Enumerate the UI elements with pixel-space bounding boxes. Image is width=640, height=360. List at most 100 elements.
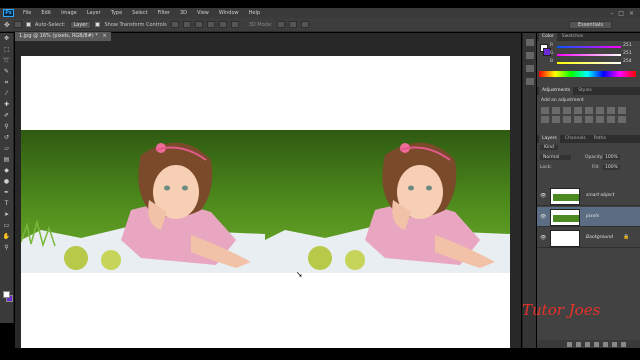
document-tab[interactable]: 1.jpg @ 16% (pixels, RGB/8#) * × <box>15 32 111 41</box>
menu-help[interactable]: Help <box>244 8 265 18</box>
foreground-color-swatch[interactable] <box>3 291 10 298</box>
gradient-map-icon[interactable] <box>607 116 615 123</box>
blue-slider[interactable] <box>557 62 621 64</box>
align-left-icon[interactable] <box>206 21 215 28</box>
threshold-icon[interactable] <box>596 116 604 123</box>
menu-edit[interactable]: Edit <box>36 8 56 18</box>
menu-window[interactable]: Window <box>214 8 244 18</box>
channel-mixer-icon[interactable] <box>552 116 560 123</box>
gradient-tool-icon[interactable]: ▤ <box>2 156 12 164</box>
red-value[interactable]: 251 <box>623 43 632 48</box>
eye-icon[interactable]: 👁 <box>540 193 546 199</box>
new-layer-icon[interactable] <box>612 341 617 347</box>
color-balance-icon[interactable] <box>607 107 615 114</box>
menu-type[interactable]: Type <box>106 8 127 18</box>
selective-color-icon[interactable] <box>618 116 626 123</box>
auto-select-checkbox[interactable] <box>25 22 31 27</box>
link-layers-icon[interactable] <box>567 341 572 347</box>
green-value[interactable]: 251 <box>623 51 632 56</box>
paragraph-panel-icon[interactable] <box>525 65 534 72</box>
close-button[interactable]: × <box>629 10 634 17</box>
adjustment-layer-icon[interactable] <box>594 341 599 347</box>
quick-select-tool-icon[interactable]: ✎ <box>2 68 12 76</box>
align-top-icon[interactable] <box>170 21 179 28</box>
zoom-tool-icon[interactable]: ⚲ <box>2 244 12 252</box>
move-tool-icon[interactable]: ✥ <box>2 35 12 43</box>
tab-swatches[interactable]: Swatches <box>559 33 587 41</box>
history-brush-tool-icon[interactable]: ↺ <box>2 134 12 142</box>
rotate-3d-icon[interactable] <box>276 21 285 28</box>
hand-tool-icon[interactable]: ✋ <box>2 233 12 241</box>
invert-icon[interactable] <box>574 116 582 123</box>
workspace-switcher[interactable]: Essentials <box>568 20 612 29</box>
lasso-tool-icon[interactable]: ➰ <box>2 57 12 65</box>
clone-stamp-tool-icon[interactable]: ⚲ <box>2 123 12 131</box>
auto-select-dropdown[interactable]: Layer <box>69 20 92 29</box>
align-middle-icon[interactable] <box>182 21 191 28</box>
blue-value[interactable]: 254 <box>623 59 632 64</box>
type-tool-icon[interactable]: T <box>2 200 12 208</box>
eraser-tool-icon[interactable]: ▱ <box>2 145 12 153</box>
path-select-tool-icon[interactable]: ➤ <box>2 211 12 219</box>
eye-icon[interactable]: 👁 <box>540 235 546 241</box>
eyedropper-tool-icon[interactable]: ⁄ <box>2 90 12 98</box>
crop-tool-icon[interactable]: ⌗ <box>2 79 12 87</box>
layer-row[interactable]: 👁 smart object <box>537 186 640 206</box>
layer-row[interactable]: 👁 pixels <box>537 207 640 227</box>
vibrance-icon[interactable] <box>585 107 593 114</box>
maximize-button[interactable]: □ <box>618 10 624 17</box>
red-slider[interactable] <box>557 46 621 48</box>
kind-filter[interactable]: Kind <box>540 145 558 150</box>
align-center-icon[interactable] <box>218 21 227 28</box>
align-bottom-icon[interactable] <box>194 21 203 28</box>
menu-view[interactable]: View <box>192 8 214 18</box>
layer-mask-icon[interactable] <box>585 341 590 347</box>
tab-color[interactable]: Color <box>539 33 557 41</box>
delete-layer-icon[interactable] <box>621 341 626 347</box>
show-transform-checkbox[interactable] <box>95 22 101 27</box>
tab-channels[interactable]: Channels <box>562 135 589 143</box>
menu-file[interactable]: File <box>18 8 36 18</box>
character-panel-icon[interactable] <box>525 78 534 85</box>
hue-saturation-icon[interactable] <box>596 107 604 114</box>
blur-tool-icon[interactable]: ◆ <box>2 167 12 175</box>
color-lookup-icon[interactable] <box>563 116 571 123</box>
menu-select[interactable]: Select <box>127 8 152 18</box>
layer-row[interactable]: 👁 Background 🔒 <box>537 228 640 248</box>
exposure-icon[interactable] <box>574 107 582 114</box>
tab-layers[interactable]: Layers <box>539 135 560 143</box>
tab-paths[interactable]: Paths <box>591 135 609 143</box>
tab-styles[interactable]: Styles <box>575 87 595 95</box>
color-spectrum[interactable] <box>539 71 636 77</box>
roll-3d-icon[interactable] <box>288 21 297 28</box>
align-right-icon[interactable] <box>230 21 239 28</box>
marquee-tool-icon[interactable]: ⬚ <box>2 46 12 54</box>
document-tab-close[interactable]: × <box>102 33 106 39</box>
photo-filter-icon[interactable] <box>541 116 549 123</box>
minimize-button[interactable]: – <box>610 10 613 17</box>
brightness-icon[interactable] <box>541 107 549 114</box>
brush-tool-icon[interactable]: ✐ <box>2 112 12 120</box>
history-panel-icon[interactable] <box>525 39 534 46</box>
posterize-icon[interactable] <box>585 116 593 123</box>
group-icon[interactable] <box>603 341 608 347</box>
fill-value[interactable]: 100% <box>603 165 620 170</box>
green-slider[interactable] <box>557 54 621 56</box>
menu-3d[interactable]: 3D <box>175 8 192 18</box>
black-white-icon[interactable] <box>618 107 626 114</box>
opacity-value[interactable]: 100% <box>603 155 620 160</box>
shape-tool-icon[interactable]: ▭ <box>2 222 12 230</box>
drag-3d-icon[interactable] <box>300 21 309 28</box>
menu-image[interactable]: Image <box>56 8 82 18</box>
healing-brush-tool-icon[interactable]: ✚ <box>2 101 12 109</box>
properties-panel-icon[interactable] <box>525 52 534 59</box>
blend-mode-dropdown[interactable]: Normal <box>540 155 572 160</box>
levels-icon[interactable] <box>552 107 560 114</box>
dodge-tool-icon[interactable]: ● <box>2 178 12 186</box>
menu-filter[interactable]: Filter <box>153 8 175 18</box>
menu-layer[interactable]: Layer <box>82 8 106 18</box>
eye-icon[interactable]: 👁 <box>540 214 546 220</box>
layer-style-icon[interactable] <box>576 341 581 347</box>
pen-tool-icon[interactable]: ✒ <box>2 189 12 197</box>
curves-icon[interactable] <box>563 107 571 114</box>
